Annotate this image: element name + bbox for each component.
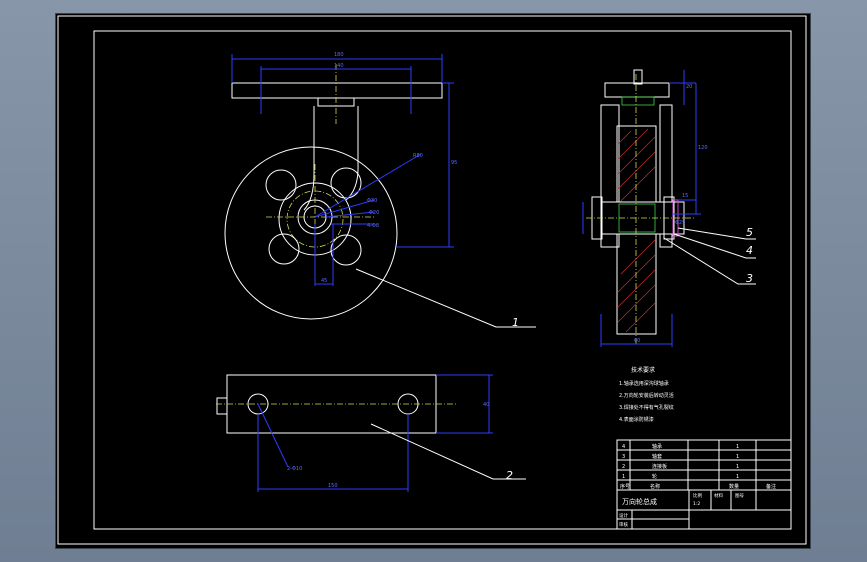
leader-4 (673, 233, 756, 259)
side-top-nut (621, 96, 655, 106)
dim-side-upper: 20 (686, 84, 692, 90)
pl-qty-3: 1 (736, 464, 739, 470)
cad-drawing: 180 140 95 R80 Φ30 Φ20 4-Φ8 45 1 60 120 … (57, 15, 807, 545)
notes-line-3: 3.焊接处不得有气孔裂纹 (619, 404, 674, 411)
front-view: 180 140 95 R80 Φ30 Φ20 4-Φ8 45 1 (224, 52, 536, 329)
pl-header-qty: 数量 (729, 483, 739, 490)
dim-height: 95 (451, 160, 457, 166)
callout-3: 3 (746, 272, 753, 285)
pl-no-1: 4 (622, 444, 625, 450)
pl-name-1: 轴承 (652, 443, 662, 450)
dim-center: 45 (321, 278, 327, 284)
pl-qty-1: 1 (736, 444, 739, 450)
pl-qty-4: 1 (736, 474, 739, 480)
side-top-plate (604, 82, 670, 98)
dim-bore2: Φ20 (369, 210, 379, 216)
tb-scale-value: 1:2 (693, 501, 700, 507)
leader-2 (370, 423, 526, 480)
pl-no-3: 2 (622, 464, 625, 470)
sheet-border (57, 15, 807, 545)
pl-name-2: 轴套 (652, 453, 662, 460)
dim-side-small: 15 (682, 193, 688, 199)
drawing-title: 万向轮总成 (622, 497, 657, 506)
notes-heading: 技术要求 (631, 366, 655, 374)
dim-plate-hole: 2-Φ10 (287, 466, 302, 472)
notes-line-2: 2.万向轮安装后转动灵活 (619, 392, 674, 399)
hole-br (330, 234, 362, 266)
dim-plate-len: 150 (328, 483, 338, 489)
plate-tab (216, 397, 228, 415)
callout-2: 2 (506, 469, 513, 482)
tb-scale-label: 比例 (693, 492, 702, 499)
pl-header-name: 名称 (650, 483, 660, 490)
leader-1 (355, 268, 536, 328)
pl-qty-2: 1 (736, 454, 739, 460)
notes-line-4: 4.表面涂防锈漆 (619, 416, 654, 423)
drawing-frame (93, 30, 792, 530)
tb-sheet-label: 图号 (735, 493, 744, 499)
wheel (224, 146, 398, 320)
tb-checker: 审核 (619, 521, 628, 528)
pl-name-3: 连接板 (652, 463, 667, 470)
plate-view: 40 150 2-Φ10 2 (216, 374, 526, 492)
cad-viewport[interactable]: 180 140 95 R80 Φ30 Φ20 4-Φ8 45 1 60 120 … (56, 14, 810, 548)
dim-bore: Φ30 (367, 198, 377, 204)
dim-side-d: Φ25 (675, 220, 685, 226)
callout-1: 1 (512, 316, 519, 329)
tech-notes: 技术要求 1.轴承选用深沟球轴承 2.万向轮安装后转动灵活 3.焊接处不得有气孔… (619, 366, 674, 423)
dim-radius: R80 (413, 153, 423, 159)
side-top-block (633, 69, 643, 85)
dim-top-inner: 140 (334, 63, 344, 69)
pl-no-2: 3 (622, 454, 625, 460)
fork-arm (303, 106, 359, 211)
pl-header-no: 序号 (620, 483, 630, 490)
callout-4: 4 (746, 244, 753, 257)
notes-line-1: 1.轴承选用深沟球轴承 (619, 380, 669, 387)
dim-plate-h: 40 (483, 402, 489, 408)
tb-material-label: 材料 (714, 492, 723, 499)
dim-side-total: 120 (698, 145, 708, 151)
dim-side-w: 60 (634, 338, 640, 344)
dim-hole: 4-Φ8 (367, 223, 379, 229)
dim-top-width: 180 (334, 52, 344, 58)
pl-header-remark: 备注 (766, 483, 776, 490)
side-view: 60 120 20 15 Φ25 5 4 3 (582, 69, 756, 347)
pl-no-4: 1 (622, 474, 625, 480)
leader-5 (677, 227, 756, 240)
leader-3 (663, 237, 756, 285)
pl-name-4: 轮 (652, 473, 657, 480)
hole-tl (265, 169, 297, 201)
callout-5: 5 (746, 226, 753, 239)
title-block: 4 轴承 1 3 轴套 1 2 连接板 1 1 轮 1 序号 名称 数量 备注 … (616, 439, 792, 530)
tb-designer: 设计 (619, 512, 628, 519)
